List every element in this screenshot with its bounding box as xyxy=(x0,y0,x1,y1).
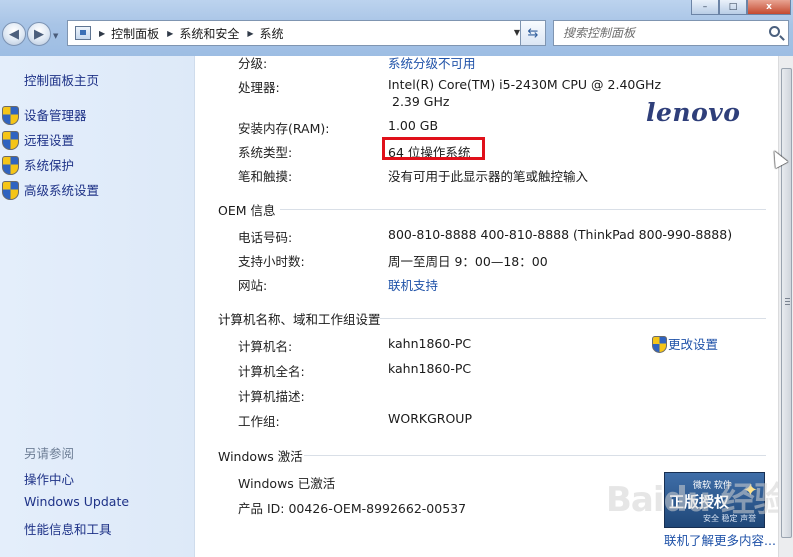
refresh-icon: ⇆ xyxy=(527,25,539,41)
phone-value: 800-810-8888 400-810-8888 (ThinkPad 800-… xyxy=(388,227,733,242)
sidebar-item-device-manager[interactable]: 设备管理器 xyxy=(2,105,87,125)
history-dropdown-icon[interactable]: ▼ xyxy=(53,32,58,40)
minimize-button[interactable]: – xyxy=(691,0,719,15)
phone-label: 电话号码: xyxy=(238,230,293,245)
search-icon[interactable] xyxy=(769,26,780,37)
sidebar-item-remote-settings[interactable]: 远程设置 xyxy=(2,130,75,150)
breadcrumb-arrow-icon[interactable]: ▶ xyxy=(167,29,173,38)
rating-link[interactable]: 系统分级不可用 xyxy=(388,56,476,72)
star-icon: ✦ xyxy=(742,480,758,501)
forward-button[interactable]: ▶ xyxy=(27,22,51,46)
processor-value: Intel(R) Core(TM) i5-2430M CPU @ 2.40GHz xyxy=(388,77,662,92)
activation-status: Windows 已激活 xyxy=(238,476,336,491)
system-type-label: 系统类型: xyxy=(238,145,293,160)
description-label: 计算机描述: xyxy=(238,389,305,404)
forward-arrow-icon: ▶ xyxy=(34,26,44,42)
workgroup-value: WORKGROUP xyxy=(388,411,472,426)
ram-label: 安装内存(RAM): xyxy=(238,121,330,136)
shield-icon xyxy=(2,106,19,125)
genuine-bottom-text: 安全 稳定 声誉 xyxy=(703,514,757,523)
processor-speed: 2.39 GHz xyxy=(392,94,450,109)
highlight-box xyxy=(382,137,485,160)
genuine-top-text: 微软 软件 xyxy=(693,481,732,491)
breadcrumb-control-panel[interactable]: 控制面板 xyxy=(111,25,159,42)
sidebar-item-label: 设备管理器 xyxy=(24,108,87,123)
grip-line xyxy=(785,301,790,302)
see-also-performance-tools[interactable]: 性能信息和工具 xyxy=(24,519,112,538)
sidebar-item-label: 系统保护 xyxy=(24,158,75,173)
breadcrumb-arrow-icon[interactable]: ▶ xyxy=(247,29,253,38)
back-arrow-icon: ◀ xyxy=(9,26,19,42)
full-name-value: kahn1860-PC xyxy=(388,361,472,376)
shield-icon xyxy=(2,131,19,150)
website-label: 网站: xyxy=(238,278,268,293)
support-hours-value: 周一至周日 9：00—18：00 xyxy=(388,254,548,269)
title-bar: – □ x ◀ ▶ ▼ ▶ 控制面板 ▶ 系统和安全 ▶ 系统 ▼ ⇆ xyxy=(0,0,793,56)
activation-section-title: Windows 激活 xyxy=(218,449,303,464)
sidebar-item-label: 高级系统设置 xyxy=(24,183,100,198)
breadcrumb-arrow-icon[interactable]: ▶ xyxy=(99,29,105,38)
genuine-software-badge[interactable]: 微软 软件 正版授权 安全 稳定 声誉 ✦ xyxy=(664,472,765,528)
vertical-scrollbar[interactable] xyxy=(778,56,793,557)
pen-touch-label: 笔和触摸: xyxy=(238,169,293,184)
window-controls: – □ x xyxy=(691,0,791,15)
shield-icon xyxy=(652,336,667,353)
see-also-windows-update[interactable]: Windows Update xyxy=(24,494,129,509)
product-id: 产品 ID: 00426-OEM-8992662-00537 xyxy=(238,501,467,516)
search-box[interactable] xyxy=(553,20,789,46)
processor-label: 处理器: xyxy=(238,80,280,95)
divider xyxy=(280,209,766,210)
see-also-action-center[interactable]: 操作中心 xyxy=(24,469,74,488)
change-settings-label: 更改设置 xyxy=(668,337,719,352)
shield-icon xyxy=(2,181,19,200)
genuine-main-text: 正版授权 xyxy=(669,493,730,511)
computer-name-value: kahn1860-PC xyxy=(388,336,472,351)
divider xyxy=(304,455,766,456)
ram-value: 1.00 GB xyxy=(388,118,439,133)
change-settings-link[interactable]: 更改设置 xyxy=(652,334,718,353)
scrollbar-thumb[interactable] xyxy=(781,68,792,538)
sidebar-item-label: 远程设置 xyxy=(24,133,75,148)
full-name-label: 计算机全名: xyxy=(238,364,305,379)
search-input[interactable] xyxy=(554,21,754,45)
pen-touch-value: 没有可用于此显示器的笔或触控输入 xyxy=(388,169,589,184)
breadcrumb-system-security[interactable]: 系统和安全 xyxy=(179,25,239,42)
rating-label: 分级: xyxy=(238,56,268,71)
support-hours-label: 支持小时数: xyxy=(238,254,305,269)
sidebar-item-advanced-settings[interactable]: 高级系统设置 xyxy=(2,180,100,200)
oem-section-title: OEM 信息 xyxy=(218,203,276,218)
online-support-link[interactable]: 联机支持 xyxy=(388,275,438,294)
computer-section-title: 计算机名称、域和工作组设置 xyxy=(218,312,381,327)
computer-name-label: 计算机名: xyxy=(238,339,293,354)
back-button[interactable]: ◀ xyxy=(2,22,26,46)
breadcrumb-system[interactable]: 系统 xyxy=(260,25,284,42)
grip-line xyxy=(785,298,790,299)
control-panel-icon xyxy=(75,26,91,40)
divider xyxy=(380,318,766,319)
shield-icon xyxy=(2,156,19,175)
lenovo-logo: lenovo xyxy=(646,98,741,127)
sidebar: 控制面板主页 设备管理器 远程设置 系统保护 高级系统设置 另请参阅 操作中心 … xyxy=(0,56,195,557)
main-content: 分级: 系统分级不可用 处理器: Intel(R) Core(TM) i5-24… xyxy=(196,56,778,557)
address-bar[interactable]: ▶ 控制面板 ▶ 系统和安全 ▶ 系统 ▼ xyxy=(67,20,545,46)
sidebar-home-link[interactable]: 控制面板主页 xyxy=(24,70,99,89)
refresh-button[interactable]: ⇆ xyxy=(520,20,546,46)
workgroup-label: 工作组: xyxy=(238,414,280,429)
see-also-heading: 另请参阅 xyxy=(24,446,75,461)
grip-line xyxy=(785,304,790,305)
sidebar-item-system-protection[interactable]: 系统保护 xyxy=(2,155,75,175)
close-button[interactable]: x xyxy=(747,0,791,15)
learn-more-link[interactable]: 联机了解更多内容... xyxy=(664,530,776,549)
maximize-button[interactable]: □ xyxy=(719,0,747,15)
